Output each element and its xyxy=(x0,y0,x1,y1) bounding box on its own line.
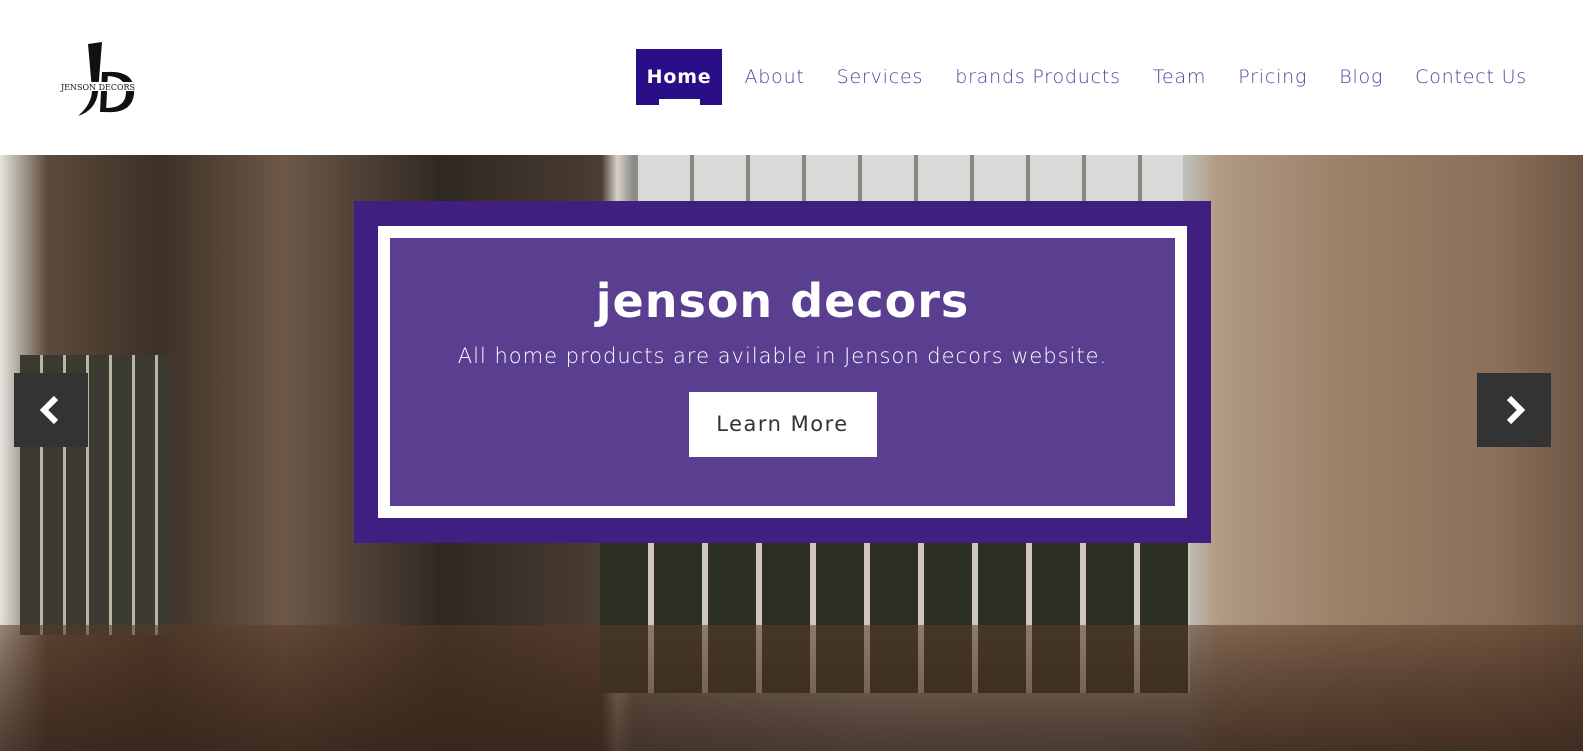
nav-blog[interactable]: Blog xyxy=(1323,49,1399,105)
jenson-decors-logo[interactable]: JENSON DECORS xyxy=(58,40,142,120)
slider-next-button[interactable] xyxy=(1477,373,1551,447)
nav-team[interactable]: Team xyxy=(1137,49,1222,105)
chevron-right-icon xyxy=(1506,395,1526,425)
svg-text:JENSON DECORS: JENSON DECORS xyxy=(60,83,135,92)
chevron-left-icon xyxy=(39,395,59,425)
hero-background-image xyxy=(638,155,1183,203)
hero-subtitle: All home products are avilable in Jenson… xyxy=(457,344,1108,368)
learn-more-button[interactable]: Learn More xyxy=(688,392,877,457)
slider-prev-button[interactable] xyxy=(14,373,88,447)
nav-pricing[interactable]: Pricing xyxy=(1222,49,1323,105)
nav-about[interactable]: About xyxy=(728,49,820,105)
main-nav: Home About Services brands Products Team… xyxy=(635,49,1527,105)
nav-home[interactable]: Home xyxy=(635,49,723,105)
hero-card-frame: jenson decors All home products are avil… xyxy=(378,226,1187,518)
nav-services[interactable]: Services xyxy=(821,49,940,105)
hero-slider: jenson decors All home products are avil… xyxy=(0,155,1583,751)
nav-brands-products[interactable]: brands Products xyxy=(939,49,1137,105)
hero-title: jenson decors xyxy=(595,274,970,328)
nav-contact[interactable]: Contect Us xyxy=(1399,49,1527,105)
hero-card: jenson decors All home products are avil… xyxy=(354,201,1211,543)
site-header: JENSON DECORS Home About Services brands… xyxy=(0,0,1583,155)
